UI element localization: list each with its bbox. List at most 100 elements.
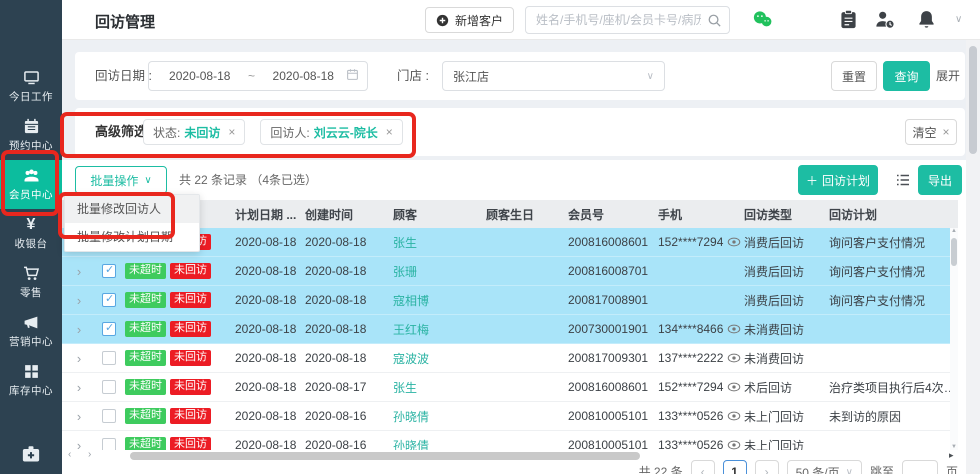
- row-expand-icon[interactable]: ›: [65, 409, 93, 424]
- medkit-icon[interactable]: [0, 444, 62, 464]
- sidebar-item-booking-center[interactable]: 预约中心: [0, 111, 62, 160]
- add-visit-plan-button[interactable]: ＋ 回访计划: [798, 165, 878, 195]
- table-row[interactable]: ›未超时未回访2020-08-182020-08-16孙晓倩2008100051…: [62, 431, 958, 450]
- query-button[interactable]: 查询: [883, 61, 930, 91]
- customer-link[interactable]: 孙晓倩: [393, 408, 486, 425]
- sidebar-item-label: 收银台: [15, 236, 48, 251]
- eye-icon[interactable]: [727, 237, 741, 247]
- add-customer-button[interactable]: 新增客户: [425, 7, 514, 33]
- cell-phone: 133****0526: [658, 409, 744, 423]
- sidebar-item-marketing-center[interactable]: 营销中心: [0, 307, 62, 356]
- row-expand-icon[interactable]: ›: [65, 351, 93, 366]
- cell-member-no: 200816008601: [568, 380, 658, 394]
- status-badges: 未超时未回访: [125, 408, 235, 424]
- scroll-right-icon[interactable]: ›: [88, 449, 91, 460]
- row-expand-icon[interactable]: ›: [65, 293, 93, 308]
- cell-create-date: 2020-08-16: [305, 409, 393, 423]
- scrollbar-thumb[interactable]: [969, 46, 977, 154]
- menu-item-0[interactable]: 批量修改回访人: [65, 195, 199, 223]
- cell-visit-type: 消费后回访: [744, 292, 829, 309]
- global-search: [525, 6, 730, 34]
- table-row[interactable]: ›未超时未回访2020-08-182020-08-18寇相博2008170089…: [62, 286, 958, 315]
- cell-visit-plan: 未到访的原因: [829, 408, 958, 425]
- row-checkbox[interactable]: [102, 264, 116, 278]
- row-checkbox[interactable]: [102, 351, 116, 365]
- table-row[interactable]: ›未超时未回访2020-08-182020-08-18寇波波2008170093…: [62, 344, 958, 373]
- scroll-left-icon[interactable]: ‹: [68, 449, 71, 460]
- cell-visit-type: 未消费回访: [744, 350, 829, 367]
- column-header: 手机: [658, 206, 744, 223]
- store-select[interactable]: 张江店 ∨: [442, 61, 665, 91]
- batch-operation-button[interactable]: 批量操作 ∨: [75, 166, 167, 194]
- table-row[interactable]: ›未超时未回访2020-08-182020-08-18王红梅2007300019…: [62, 315, 958, 344]
- chevron-down-icon: ∨: [144, 175, 151, 186]
- sidebar-item-inventory-center[interactable]: 库存中心: [0, 356, 62, 405]
- sidebar-item-retail[interactable]: 零售: [0, 258, 62, 307]
- cell-visit-type: 未上门回访: [744, 437, 829, 451]
- customer-link[interactable]: 张珊: [393, 263, 486, 280]
- export-button[interactable]: 导出: [918, 165, 962, 195]
- status-badges: 未超时未回访: [125, 350, 235, 366]
- eye-icon[interactable]: [727, 440, 741, 450]
- row-expand-icon[interactable]: ›: [65, 322, 93, 337]
- people-clock-icon[interactable]: [874, 9, 895, 30]
- customer-link[interactable]: 张生: [393, 379, 486, 396]
- eye-icon[interactable]: [727, 382, 741, 392]
- wechat-icon[interactable]: [752, 9, 773, 30]
- page-size-select[interactable]: 50 条/页 ∨: [787, 460, 862, 474]
- clear-filters-button[interactable]: 清空 ×: [905, 119, 957, 145]
- jump-page-input[interactable]: [902, 460, 938, 474]
- clipboard-icon[interactable]: [838, 9, 859, 30]
- next-page-button[interactable]: ›: [755, 460, 779, 474]
- expand-toggle[interactable]: 展开 ∨: [936, 52, 965, 100]
- close-icon[interactable]: ×: [228, 125, 235, 139]
- cell-member-no: 200730001901: [568, 322, 658, 336]
- row-expand-icon[interactable]: ›: [65, 264, 93, 279]
- customer-link[interactable]: 王红梅: [393, 321, 486, 338]
- visit-date-range-input[interactable]: 2020-08-18 ~ 2020-08-18: [148, 61, 368, 91]
- filter-tag-1: 回访人:刘云云-院长×: [260, 119, 402, 145]
- customer-link[interactable]: 张生: [393, 234, 486, 251]
- sidebar-item-today-work[interactable]: 今日工作: [0, 62, 62, 111]
- status-badge: 未回访: [170, 321, 211, 337]
- status-badge: 未回访: [170, 350, 211, 366]
- table-row[interactable]: ›未超时未回访2020-08-182020-08-16孙晓倩2008100051…: [62, 402, 958, 431]
- bell-icon[interactable]: [916, 9, 937, 30]
- row-expand-icon[interactable]: ›: [65, 380, 93, 395]
- scrollbar-thumb[interactable]: [951, 238, 957, 266]
- current-page-button[interactable]: 1: [723, 460, 747, 474]
- reset-button[interactable]: 重置: [831, 61, 877, 91]
- search-input[interactable]: [526, 7, 729, 33]
- sidebar-item-label: 预约中心: [9, 138, 53, 153]
- scrollbar-thumb[interactable]: [130, 452, 640, 460]
- eye-icon[interactable]: [727, 324, 741, 334]
- scroll-up-icon[interactable]: ▲: [950, 228, 958, 234]
- row-checkbox[interactable]: [102, 409, 116, 423]
- search-icon[interactable]: [707, 13, 722, 28]
- customer-link[interactable]: 寇相博: [393, 292, 486, 309]
- column-header: 创建时间: [305, 206, 393, 223]
- advanced-filter-label[interactable]: 高级筛选: [95, 108, 147, 156]
- table-vertical-scrollbar[interactable]: ▲ ▼: [950, 228, 958, 450]
- cell-plan-date: 2020-08-18: [235, 322, 305, 336]
- status-badge: 未超时: [125, 321, 166, 337]
- chevron-down-icon[interactable]: ∨: [955, 14, 962, 25]
- row-checkbox[interactable]: [102, 293, 116, 307]
- row-checkbox[interactable]: [102, 438, 116, 450]
- prev-page-button[interactable]: ‹: [691, 460, 715, 474]
- close-icon[interactable]: ×: [386, 125, 393, 139]
- eye-icon[interactable]: [727, 353, 741, 363]
- customer-link[interactable]: 孙晓倩: [393, 437, 486, 451]
- eye-icon[interactable]: [727, 411, 741, 421]
- sidebar-item-cashier[interactable]: ¥收银台: [0, 209, 62, 258]
- row-checkbox[interactable]: [102, 322, 116, 336]
- sidebar: 今日工作预约中心会员中心¥收银台零售营销中心库存中心: [0, 0, 62, 474]
- customer-link[interactable]: 寇波波: [393, 350, 486, 367]
- menu-item-1[interactable]: 批量修改计划日期: [65, 223, 199, 251]
- column-settings-icon[interactable]: [895, 172, 911, 188]
- sidebar-item-member-center[interactable]: 会员中心: [0, 160, 62, 209]
- table-row[interactable]: ›未超时未回访2020-08-182020-08-17张生20081600860…: [62, 373, 958, 402]
- row-checkbox[interactable]: [102, 380, 116, 394]
- page-scrollbar[interactable]: [966, 40, 980, 474]
- table-row[interactable]: ›未超时未回访2020-08-182020-08-18张珊20081600870…: [62, 257, 958, 286]
